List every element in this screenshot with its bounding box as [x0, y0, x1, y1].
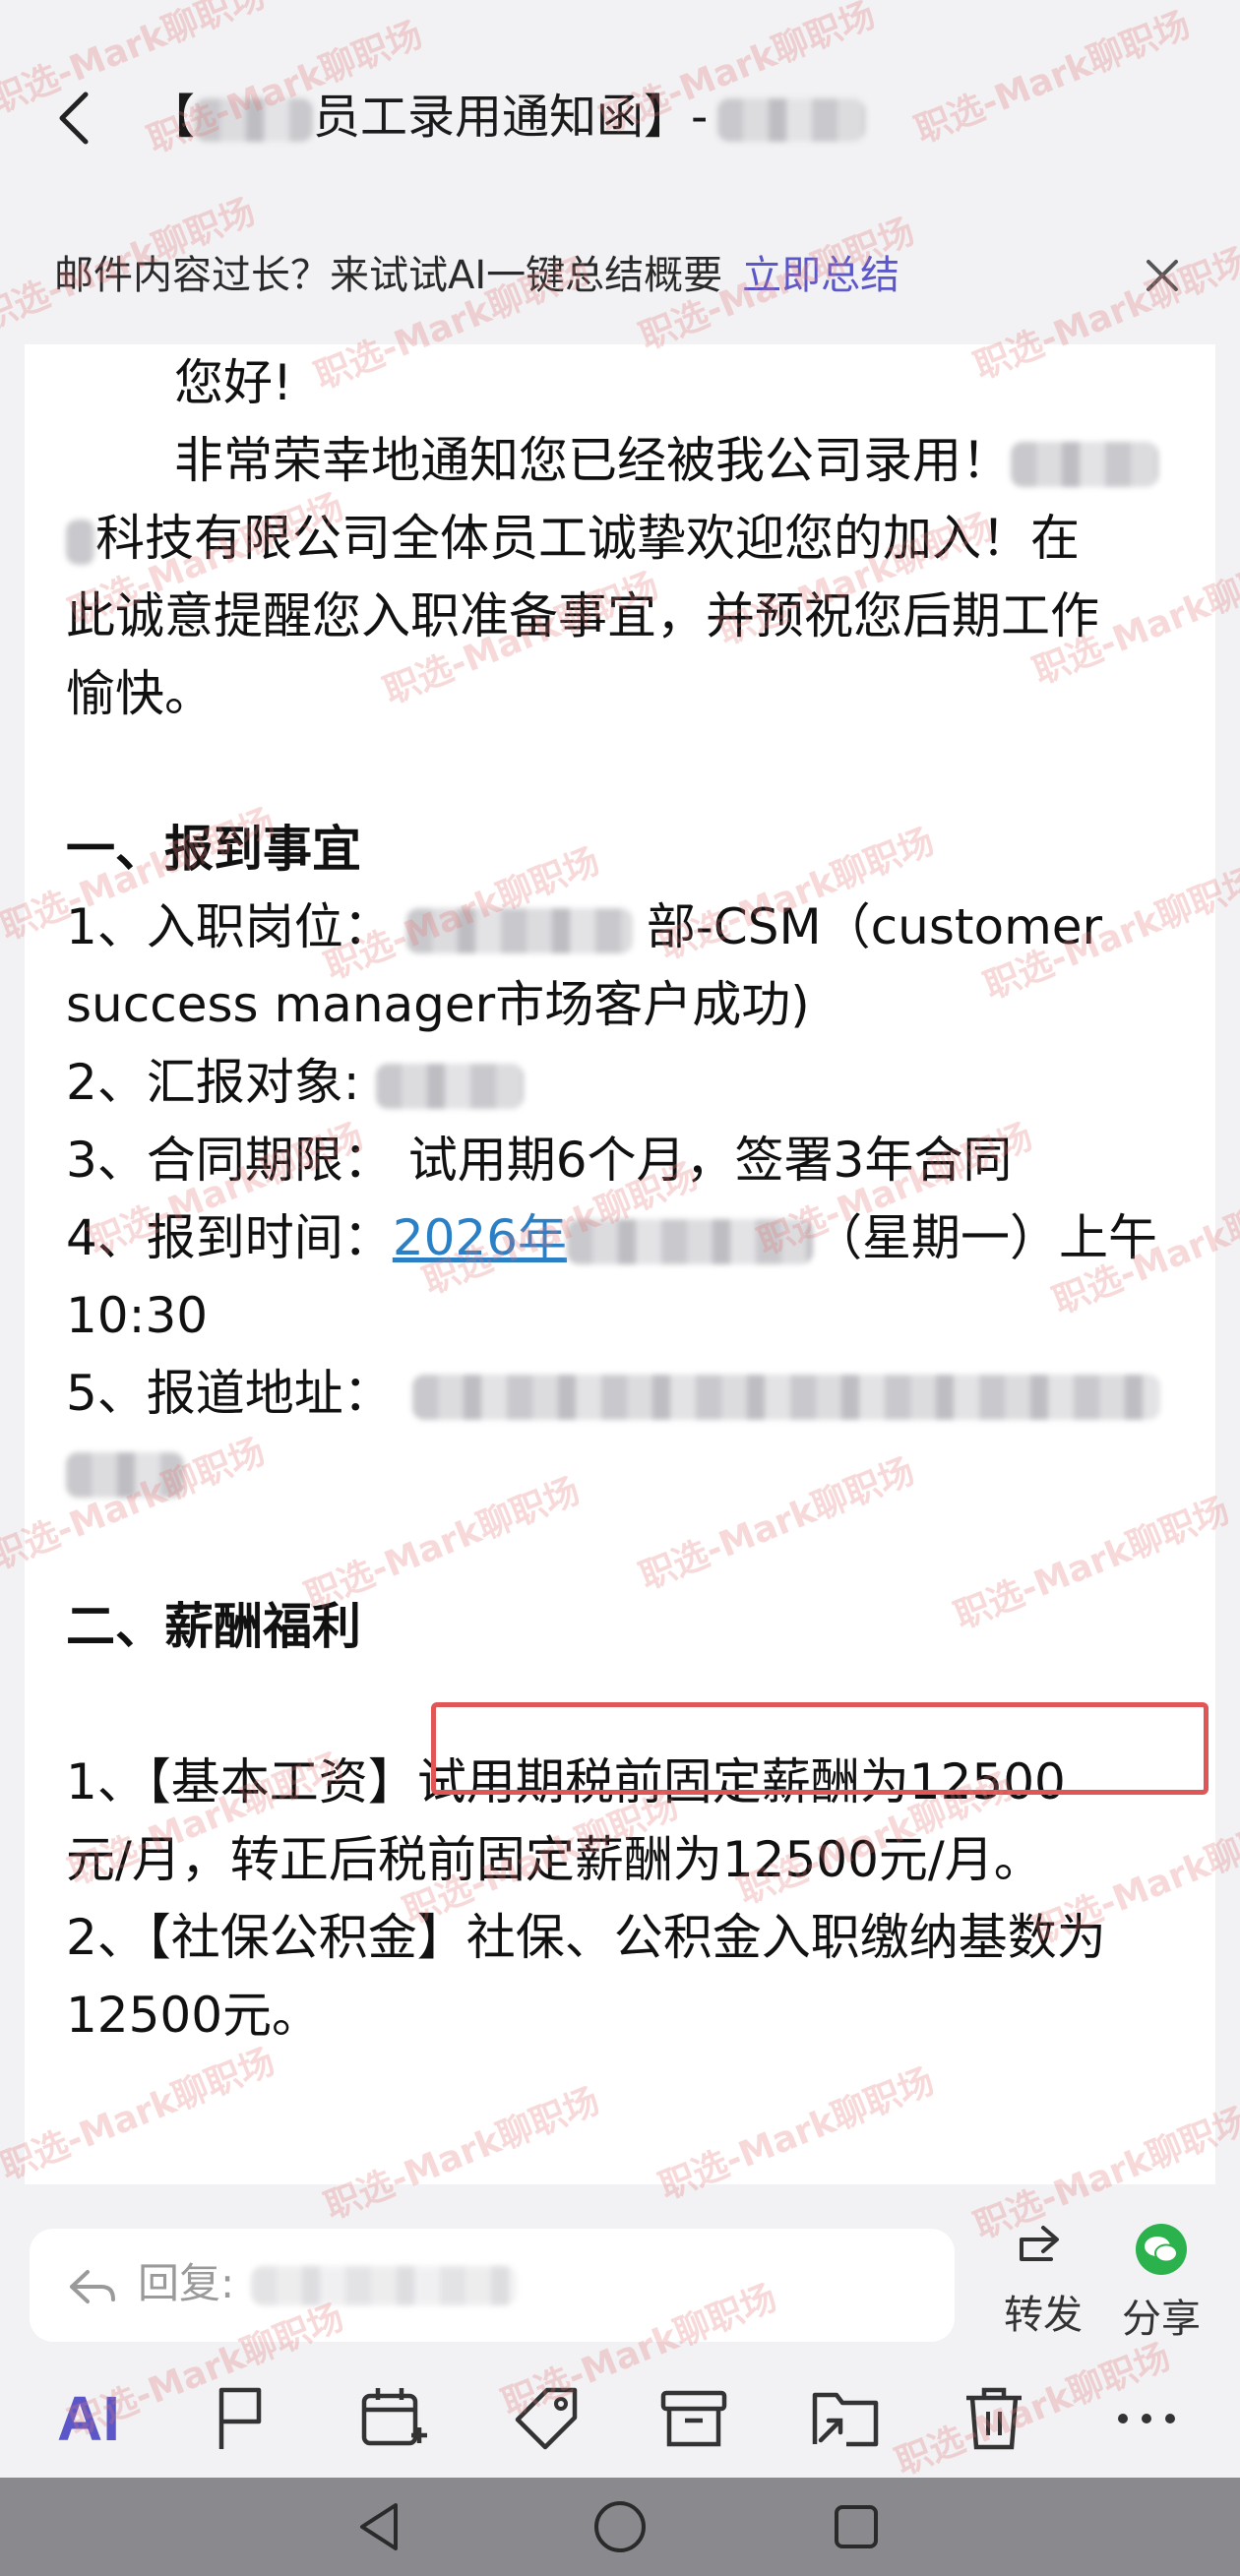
back-button[interactable] [39, 79, 108, 157]
archive-icon [660, 2390, 727, 2447]
item-social-insurance: 2、【社保公积金】社保、公积金入职缴纳基数为 [66, 1909, 1106, 1966]
salary-highlight-box [431, 1702, 1209, 1795]
forward-label: 转发 [1004, 2293, 1083, 2338]
subject-bracket: 【 [148, 90, 196, 145]
square-recents-icon [835, 2505, 878, 2548]
section-title-salary: 二、薪酬福利 [66, 1598, 361, 1655]
reply-placeholder: 回复: [138, 2259, 235, 2307]
forward-icon [1020, 2226, 1059, 2261]
more-button[interactable] [1097, 2379, 1196, 2458]
redacted-date [567, 1218, 814, 1264]
ai-summary-banner: 邮件内容过长？来试试AI一键总结概要 立即总结 [0, 226, 1240, 325]
wechat-icon [1136, 2224, 1187, 2275]
flag-button[interactable] [192, 2379, 290, 2458]
redacted-company [195, 98, 314, 142]
redacted-company-name-2 [66, 519, 95, 565]
item-address: 5、报道地址： [66, 1355, 1188, 1433]
redacted-address [411, 1374, 1160, 1420]
trash-icon [966, 2387, 1022, 2450]
tag-button[interactable] [497, 2379, 595, 2458]
intro-line-3: 此诚意提醒您入职准备事宜，并预祝您后期工作 [66, 587, 1099, 644]
subject-text: 员工录用通知函】- [313, 90, 709, 145]
share-label: 分享 [1122, 2297, 1201, 2342]
forward-button[interactable]: 转发 [984, 2222, 1102, 2340]
redacted-reply-recipient [251, 2266, 517, 2305]
greeting: 您好! [174, 354, 293, 411]
item-start-time: 4、报到时间：2026年 （星期一）上午 [66, 1209, 1158, 1266]
mail-header: 【 员工录用通知函】- [0, 0, 1240, 226]
tag-icon [515, 2387, 578, 2450]
item-address-cont [66, 1433, 1188, 1510]
circle-home-icon [594, 2501, 646, 2552]
item-social-insurance-cont: 12500元。 [66, 1987, 322, 2044]
intro-line-1: 非常荣幸地通知您已经被我公司录用！ [66, 422, 1188, 500]
triangle-back-icon [360, 2503, 398, 2550]
mail-subject: 【 员工录用通知函】- [148, 87, 866, 148]
more-icon [1118, 2414, 1175, 2423]
redacted-address-2 [66, 1451, 184, 1498]
reply-bar: 回复: 转发 分享 [0, 2194, 1240, 2361]
nav-back-button[interactable] [349, 2497, 408, 2556]
chevron-left-icon [59, 92, 89, 145]
redacted-manager [375, 1063, 524, 1109]
add-to-calendar-button[interactable] [344, 2379, 443, 2458]
banner-close-button[interactable] [1139, 252, 1186, 299]
delete-button[interactable] [945, 2379, 1043, 2458]
reply-icon [70, 2270, 115, 2303]
item-base-salary-cont: 元/月，转正后税前固定薪酬为12500元/月。 [66, 1831, 1043, 1888]
mail-content: 您好! 非常荣幸地通知您已经被我公司录用！ 科技有限公司全体员工诚挚欢迎您的加入… [25, 344, 1215, 2184]
share-wechat-button[interactable]: 分享 [1102, 2222, 1220, 2344]
close-icon [1147, 260, 1178, 291]
ai-button[interactable]: AI [39, 2379, 138, 2458]
nav-recents-button[interactable] [827, 2497, 886, 2556]
intro-line-2: 科技有限公司全体员工诚挚欢迎您的加入！在 [66, 500, 1188, 578]
item-position-cont: success manager市场客户成功) [66, 976, 810, 1033]
start-date-link[interactable]: 2026年 [393, 1209, 567, 1266]
summarize-now-link[interactable]: 立即总结 [742, 253, 899, 298]
system-nav-bar [0, 2478, 1240, 2576]
intro-line-4: 愉快。 [66, 665, 214, 722]
ai-icon: AI [57, 2383, 120, 2454]
calendar-add-icon [361, 2388, 427, 2446]
redacted-sender [717, 98, 866, 142]
move-folder-icon [812, 2392, 879, 2447]
redacted-company-name [1011, 441, 1158, 487]
item-contract: 3、合同期限： 试用期6个月，签署3年合同 [66, 1132, 1013, 1189]
item-position: 1、入职岗位： 部-CSM（customer [66, 898, 1103, 955]
nav-home-button[interactable] [590, 2497, 650, 2556]
section-title-onboarding: 一、报到事宜 [66, 821, 361, 878]
item-start-time-cont: 10:30 [66, 1287, 209, 1344]
mail-body: 您好! 非常荣幸地通知您已经被我公司录用！ 科技有限公司全体员工诚挚欢迎您的加入… [66, 344, 1188, 2055]
item-report-to: 2、汇报对象: [66, 1044, 1188, 1122]
archive-button[interactable] [645, 2379, 743, 2458]
banner-prompt: 邮件内容过长？来试试AI一键总结概要 [54, 253, 723, 298]
redacted-department [405, 907, 633, 953]
flag-icon [218, 2387, 262, 2449]
reply-input[interactable]: 回复: [30, 2229, 955, 2342]
mail-action-toolbar: AI [0, 2361, 1240, 2478]
move-to-folder-button[interactable] [797, 2379, 896, 2458]
